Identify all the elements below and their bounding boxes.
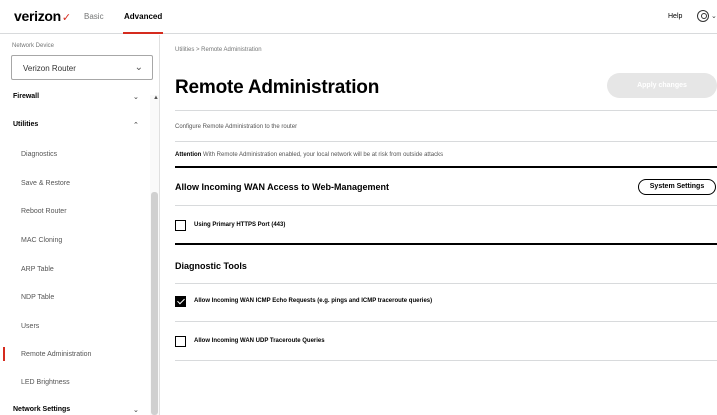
- chevron-down-icon: ⌄: [133, 407, 139, 414]
- sidebar-section-utilities[interactable]: Utilities ⌃: [13, 121, 163, 129]
- sidebar: Network Device Verizon Router ⌄ Firewall…: [0, 35, 160, 415]
- section-divider: [175, 243, 717, 245]
- divider: [175, 205, 717, 206]
- tab-advanced[interactable]: Advanced: [122, 12, 164, 34]
- sidebar-section-label: Firewall: [13, 93, 40, 100]
- attention-notice: Attention With Remote Administration ena…: [175, 152, 443, 158]
- diagnostic-tools-heading: Diagnostic Tools: [175, 261, 247, 271]
- sidebar-section-label: Network Settings: [13, 406, 71, 413]
- divider: [175, 141, 717, 142]
- device-select-label: Network Device: [12, 43, 55, 49]
- chevron-up-icon: ⌃: [133, 122, 139, 129]
- icmp-echo-label: Allow Incoming WAN ICMP Echo Requests (e…: [194, 298, 433, 304]
- device-select[interactable]: Verizon Router ⌄: [11, 55, 153, 80]
- sidebar-item-diagnostics[interactable]: Diagnostics: [21, 151, 171, 158]
- logo-check-icon: ✓: [61, 12, 71, 24]
- divider: [175, 321, 717, 322]
- sidebar-scrollbar-thumb[interactable]: [151, 192, 158, 415]
- attention-text: With Remote Administration enabled, your…: [203, 152, 444, 158]
- sidebar-item-remote-administration[interactable]: Remote Administration: [3, 347, 171, 361]
- breadcrumb[interactable]: Utilities > Remote Administration: [175, 47, 262, 53]
- apply-changes-button[interactable]: Apply changes: [607, 73, 717, 98]
- scroll-up-arrow-icon[interactable]: ▲: [153, 95, 159, 101]
- verizon-logo[interactable]: verizon✓: [14, 8, 71, 24]
- section-divider: [175, 166, 717, 168]
- chevron-down-icon[interactable]: ⌄: [711, 12, 717, 20]
- icmp-echo-checkbox[interactable]: [175, 296, 186, 307]
- help-link[interactable]: Help: [668, 13, 682, 20]
- sidebar-item-ndp-table[interactable]: NDP Table: [21, 294, 171, 301]
- user-circle-icon[interactable]: [697, 10, 709, 22]
- sidebar-item-users[interactable]: Users: [21, 323, 171, 330]
- https-port-checkbox[interactable]: [175, 220, 186, 231]
- wan-access-heading: Allow Incoming WAN Access to Web-Managem…: [175, 182, 390, 192]
- udp-traceroute-label: Allow Incoming WAN UDP Traceroute Querie…: [194, 338, 325, 344]
- sidebar-item-reboot-router[interactable]: Reboot Router: [21, 208, 171, 215]
- system-settings-button[interactable]: System Settings: [638, 179, 716, 195]
- page-description: Configure Remote Administration to the r…: [175, 124, 298, 130]
- sidebar-section-network-settings[interactable]: Network Settings ⌄: [13, 406, 163, 414]
- https-port-label: Using Primary HTTPS Port (443): [194, 222, 286, 228]
- divider: [175, 283, 717, 284]
- divider: [175, 360, 717, 361]
- udp-traceroute-checkbox[interactable]: [175, 336, 186, 347]
- attention-label: Attention: [175, 152, 202, 158]
- sidebar-item-mac-cloning[interactable]: MAC Cloning: [21, 237, 171, 244]
- sidebar-item-arp-table[interactable]: ARP Table: [21, 266, 171, 273]
- page-title: Remote Administration: [175, 77, 380, 98]
- sidebar-section-firewall[interactable]: Firewall ⌄: [13, 93, 163, 101]
- sidebar-item-save-restore[interactable]: Save & Restore: [21, 180, 171, 187]
- top-bar: verizon✓ Basic Advanced Help ⌄: [0, 0, 717, 34]
- sidebar-item-led-brightness[interactable]: LED Brightness: [21, 379, 171, 386]
- tab-basic[interactable]: Basic: [84, 12, 104, 34]
- sidebar-section-label: Utilities: [13, 121, 39, 128]
- chevron-down-icon: ⌄: [133, 94, 139, 101]
- device-select-value: Verizon Router: [23, 64, 76, 73]
- divider: [175, 110, 717, 111]
- logo-text: verizon: [14, 8, 61, 24]
- chevron-down-icon: ⌄: [134, 62, 143, 73]
